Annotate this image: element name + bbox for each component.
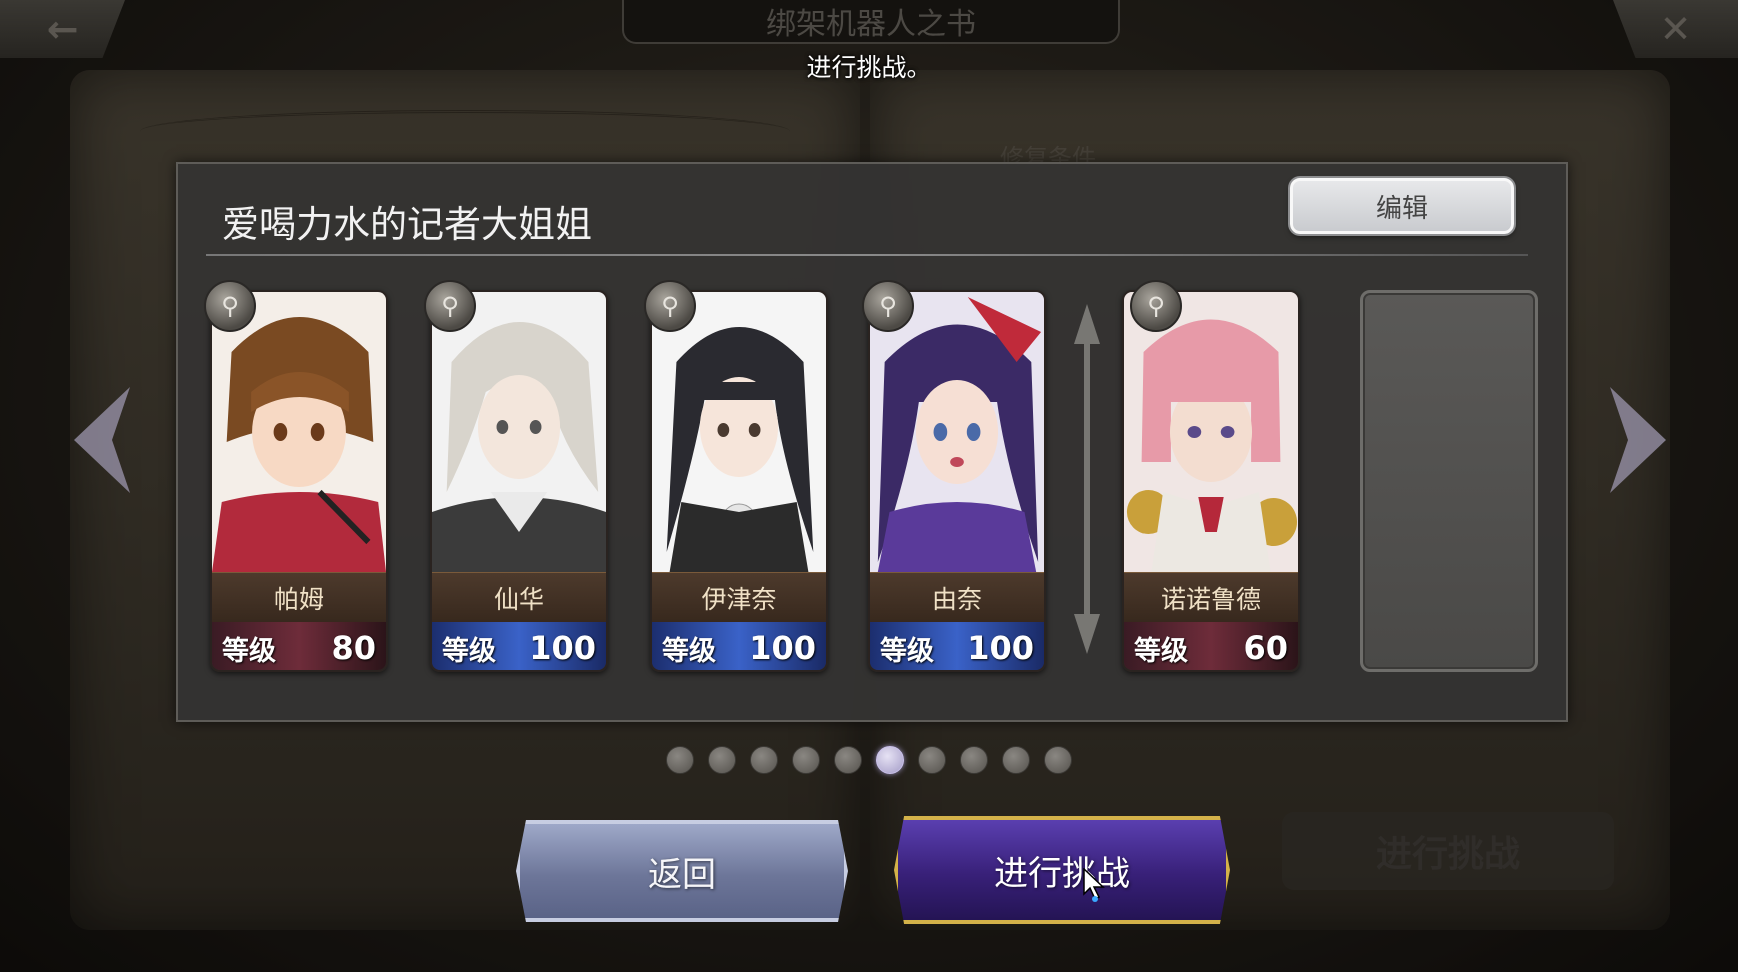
- level-strip: 等级 100: [652, 622, 826, 670]
- page-dot[interactable]: [750, 746, 778, 774]
- page-dot[interactable]: [1044, 746, 1072, 774]
- character-name: 仙华: [432, 572, 606, 623]
- level-value: 80: [331, 629, 376, 667]
- page-dot-active[interactable]: [876, 746, 904, 774]
- character-name: 由奈: [870, 572, 1044, 623]
- page-dot[interactable]: [834, 746, 862, 774]
- swap-arrow-icon[interactable]: [1074, 304, 1100, 654]
- edit-team-button[interactable]: 编辑: [1290, 178, 1514, 234]
- character-name: 伊津奈: [652, 572, 826, 623]
- return-button[interactable]: 返回: [516, 820, 848, 922]
- level-strip: 等级 100: [432, 622, 606, 670]
- next-team-arrow-icon[interactable]: [1608, 385, 1668, 495]
- level-strip: 等级 80: [212, 622, 386, 670]
- team-name: 爱喝力水的记者大姐姐: [222, 203, 592, 246]
- key-icon: ⚲: [424, 280, 476, 332]
- page-dot[interactable]: [708, 746, 736, 774]
- page-dot[interactable]: [960, 746, 988, 774]
- team-member-card[interactable]: 帕姆 等级 80: [210, 290, 388, 672]
- book-title: 绑架机器人之书: [622, 0, 1120, 44]
- team-member-card[interactable]: 诺诺鲁德 等级 60: [1122, 290, 1300, 672]
- level-strip: 等级 60: [1124, 622, 1298, 670]
- team-member-card[interactable]: 仙华 等级 100: [430, 290, 608, 672]
- level-label: 等级: [442, 635, 496, 667]
- page-dot[interactable]: [666, 746, 694, 774]
- divider: [206, 254, 1528, 256]
- level-label: 等级: [662, 635, 716, 667]
- key-icon: ⚲: [862, 280, 914, 332]
- team-member-card[interactable]: 伊津奈 等级 100: [650, 290, 828, 672]
- team-member-card[interactable]: 由奈 等级 100: [868, 290, 1046, 672]
- page-dot[interactable]: [792, 746, 820, 774]
- character-portrait: [652, 292, 826, 572]
- empty-member-slot[interactable]: [1360, 290, 1538, 672]
- mouse-cursor-icon: [1083, 868, 1105, 902]
- character-portrait: [432, 292, 606, 572]
- character-portrait: [1124, 292, 1298, 572]
- character-name: 帕姆: [212, 572, 386, 623]
- caption-text: 进行挑战。: [806, 53, 932, 82]
- key-icon: ⚲: [204, 280, 256, 332]
- key-icon: ⚲: [644, 280, 696, 332]
- level-value: 100: [967, 629, 1034, 667]
- key-icon: ⚲: [1130, 280, 1182, 332]
- character-portrait: [212, 292, 386, 572]
- level-value: 60: [1243, 629, 1288, 667]
- character-name: 诺诺鲁德: [1124, 572, 1298, 623]
- page-dot[interactable]: [918, 746, 946, 774]
- level-label: 等级: [222, 635, 276, 667]
- level-strip: 等级 100: [870, 622, 1044, 670]
- level-label: 等级: [880, 635, 934, 667]
- level-label: 等级: [1134, 635, 1188, 667]
- page-dot[interactable]: [1002, 746, 1030, 774]
- team-pagination: [0, 746, 1738, 774]
- level-value: 100: [529, 629, 596, 667]
- character-portrait: [870, 292, 1044, 572]
- level-value: 100: [749, 629, 816, 667]
- start-challenge-button[interactable]: 进行挑战: [894, 816, 1230, 924]
- team-panel: 爱喝力水的记者大姐姐 编辑 帕姆 等级 80 ⚲ 仙华 等级 100 ⚲ 伊津奈…: [176, 162, 1568, 722]
- prev-team-arrow-icon[interactable]: [72, 385, 132, 495]
